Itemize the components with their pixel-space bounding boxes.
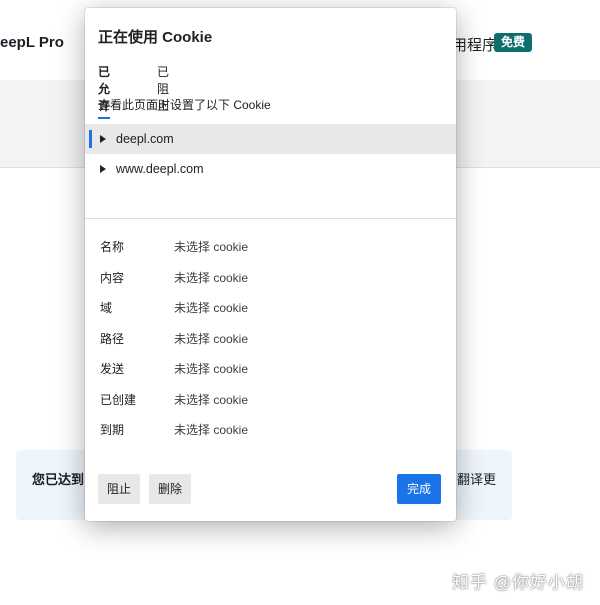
expand-triangle-icon[interactable]	[100, 135, 106, 143]
detail-label: 域	[100, 301, 113, 315]
apps-link[interactable]: 用程序	[452, 34, 497, 55]
site-tree: deepl.com www.deepl.com	[85, 124, 456, 184]
detail-value: 未选择 cookie	[174, 301, 249, 315]
detail-value: 未选择 cookie	[174, 240, 249, 254]
detail-label: 到期	[100, 423, 125, 437]
detail-row-content: 内容 未选择 cookie	[100, 265, 440, 296]
free-badge: 免费	[494, 33, 533, 52]
done-button[interactable]: 完成	[397, 474, 442, 504]
detail-value: 未选择 cookie	[174, 392, 249, 407]
site-item-www-deepl-com[interactable]: www.deepl.com	[85, 154, 456, 184]
cookie-details: 名称 未选择 cookie 内容 未选择 cookie 域 未选择 cookie…	[100, 234, 440, 448]
detail-label: 内容	[100, 270, 125, 285]
site-item-deepl-com[interactable]: deepl.com	[85, 124, 456, 154]
detail-label: 路径	[100, 331, 125, 346]
detail-row-name: 名称 未选择 cookie	[100, 234, 440, 265]
detail-label: 发送	[100, 362, 125, 376]
cookies-dialog: 正在使用 Cookie 已允许 已阻止 查看此页面时设置了以下 Cookie d…	[85, 8, 456, 521]
divider	[85, 218, 456, 219]
detail-row-expires: 到期 未选择 cookie	[100, 417, 440, 448]
detail-row-send-for: 发送 未选择 cookie	[100, 356, 440, 387]
detail-label: 已创建	[100, 392, 137, 407]
detail-value: 未选择 cookie	[174, 331, 249, 346]
dialog-subtitle: 查看此页面时设置了以下 Cookie	[98, 98, 271, 112]
detail-label: 名称	[100, 240, 125, 254]
brand-logo-text[interactable]: eepL Pro	[0, 34, 64, 51]
expand-triangle-icon[interactable]	[100, 165, 106, 173]
site-label: www.deepl.com	[116, 162, 204, 176]
block-button[interactable]: 阻止	[98, 474, 141, 504]
delete-button[interactable]: 删除	[149, 474, 192, 504]
watermark: 知乎 @你好小胡	[452, 573, 584, 592]
detail-row-path: 路径 未选择 cookie	[100, 326, 440, 357]
limit-notice-text-right: 翻译更	[457, 472, 497, 487]
detail-value: 未选择 cookie	[174, 423, 249, 437]
limit-notice-text: 您已达到	[32, 472, 85, 487]
site-label: deepl.com	[116, 132, 174, 146]
detail-value: 未选择 cookie	[174, 362, 249, 376]
detail-row-created: 已创建 未选择 cookie	[100, 387, 440, 418]
dialog-title: 正在使用 Cookie	[98, 29, 213, 46]
detail-row-domain: 域 未选择 cookie	[100, 295, 440, 326]
detail-value: 未选择 cookie	[174, 270, 249, 285]
